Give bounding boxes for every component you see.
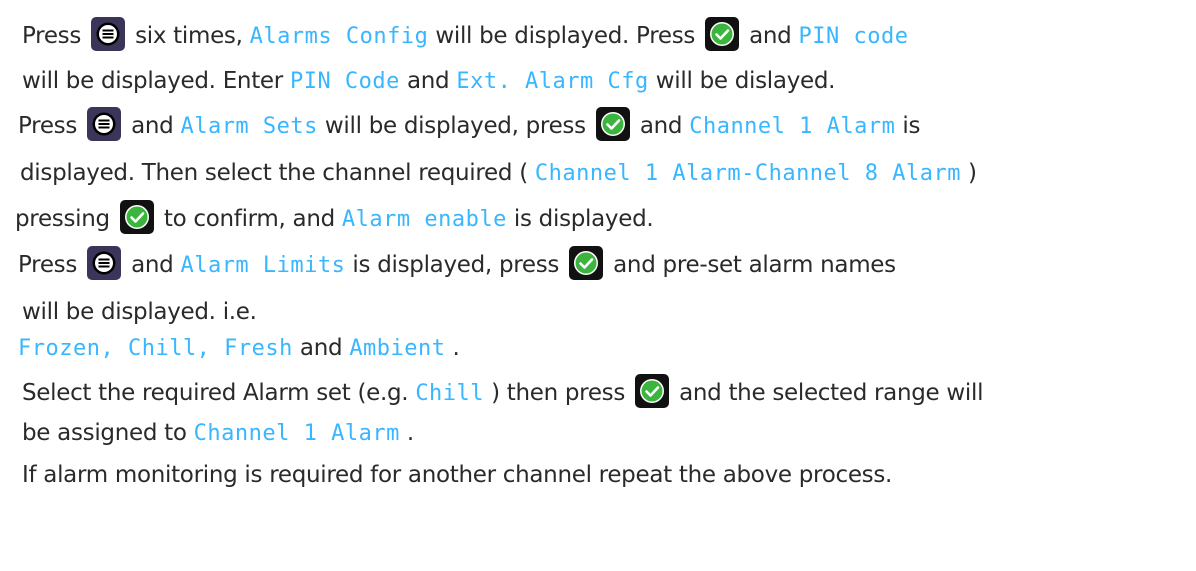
lcd-label-ext-alarm-cfg: Ext. Alarm Cfg	[456, 69, 649, 94]
confirm-check-button-icon	[635, 373, 670, 408]
text: will be displayed, press	[324, 113, 593, 139]
text: and	[131, 252, 181, 278]
lcd-label-pin-code: PIN code	[798, 24, 909, 49]
text: Press	[18, 252, 85, 278]
confirm-check-button-icon	[569, 245, 604, 280]
instruction-line-10: be assigned to Channel 1 Alarm .	[22, 413, 414, 453]
text: and	[131, 113, 181, 139]
text: to confirm, and	[163, 206, 342, 232]
lcd-label-alarm-set-names: Frozen, Chill, Fresh	[18, 336, 293, 361]
text: .	[406, 420, 414, 446]
lcd-label-alarms-config: Alarms Config	[249, 24, 429, 49]
confirm-check-button-icon	[705, 16, 740, 51]
text: and	[406, 68, 457, 94]
text: ) then press	[491, 380, 633, 406]
instruction-line-5: pressing to confirm, and Alarm enable is…	[15, 199, 654, 239]
lcd-label-alarm-sets: Alarm Sets	[180, 114, 318, 139]
lcd-label-pin-code-entry: PIN Code	[289, 69, 400, 94]
confirm-check-button-icon	[119, 199, 154, 234]
menu-button-icon	[91, 16, 126, 51]
text: six times,	[135, 23, 250, 49]
instruction-line-4: displayed. Then select the channel requi…	[20, 153, 977, 193]
text: is displayed, press	[352, 252, 567, 278]
text: will be dislayed.	[655, 68, 836, 94]
text: and	[299, 335, 350, 361]
text: and	[639, 113, 690, 139]
text: is	[902, 113, 921, 139]
text: .	[452, 335, 460, 361]
text: will be displayed. Enter	[22, 68, 290, 94]
text: )	[968, 160, 977, 186]
text: will be displayed. Press	[435, 23, 703, 49]
instruction-line-2: will be displayed. Enter PIN Code and Ex…	[22, 61, 835, 101]
text: be assigned to	[22, 420, 194, 446]
text: is displayed.	[513, 206, 654, 232]
lcd-label-alarm-limits: Alarm Limits	[180, 253, 346, 278]
text: If alarm monitoring is required for anot…	[22, 462, 893, 488]
text: and	[749, 23, 799, 49]
instruction-line-1: Press six times, Alarms Config will be d…	[22, 16, 908, 56]
lcd-label-chill: Chill	[415, 381, 485, 406]
text: displayed. Then select the channel requi…	[20, 160, 535, 186]
instruction-line-9: Select the required Alarm set (e.g. Chil…	[22, 373, 983, 413]
text: will be displayed. i.e.	[22, 299, 257, 325]
instruction-line-11: If alarm monitoring is required for anot…	[22, 455, 892, 495]
lcd-label-ambient: Ambient	[349, 336, 446, 361]
lcd-label-channel-1-alarm: Channel 1 Alarm	[689, 114, 896, 139]
instruction-line-8: Frozen, Chill, Fresh and Ambient .	[18, 328, 460, 368]
lcd-label-alarm-enable: Alarm enable	[341, 207, 507, 232]
text: Press	[22, 23, 89, 49]
text: Press	[18, 113, 85, 139]
lcd-label-channel-range: Channel 1 Alarm-Channel 8 Alarm	[534, 161, 962, 186]
text: Select the required Alarm set (e.g.	[22, 380, 416, 406]
lcd-label-channel-1-alarm: Channel 1 Alarm	[193, 421, 400, 446]
instruction-line-7: will be displayed. i.e.	[22, 292, 257, 332]
instruction-line-6: Press and Alarm Limits is displayed, pre…	[18, 245, 896, 285]
text: and pre-set alarm names	[613, 252, 896, 278]
text: pressing	[15, 206, 117, 232]
menu-button-icon	[87, 106, 122, 141]
text: and the selected range will	[679, 380, 984, 406]
instruction-line-3: Press and Alarm Sets will be displayed, …	[18, 106, 920, 146]
confirm-check-button-icon	[595, 106, 630, 141]
menu-button-icon	[87, 245, 122, 280]
